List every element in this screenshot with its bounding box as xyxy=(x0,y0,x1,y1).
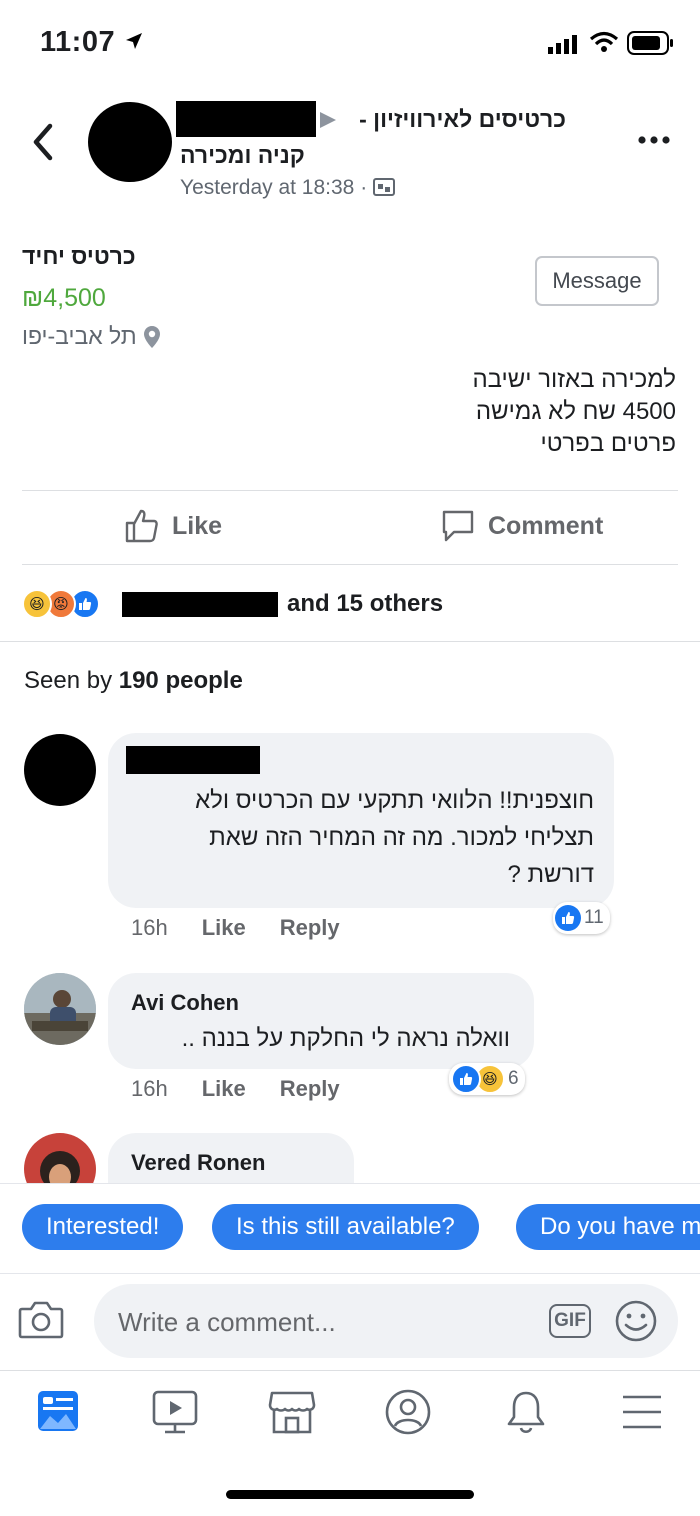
menu-icon xyxy=(623,1395,661,1429)
description-line: למכירה באזור ישיבה xyxy=(472,366,676,393)
home-indicator xyxy=(226,1490,474,1499)
group-name-line2[interactable]: קניה ומכירה xyxy=(180,142,310,169)
composer-divider xyxy=(0,1273,700,1274)
reactions-summary[interactable]: 😆 😡 xyxy=(22,589,100,619)
profile-icon xyxy=(385,1389,431,1435)
smiley-icon xyxy=(615,1300,657,1342)
location-arrow-icon xyxy=(125,33,142,49)
seen-count: 190 people xyxy=(118,667,243,694)
chevron-left-icon xyxy=(33,123,53,161)
tab-menu[interactable] xyxy=(621,1393,663,1436)
avi-cohen-avatar[interactable] xyxy=(24,973,96,1045)
comment-reactions[interactable]: 11 xyxy=(553,902,610,934)
location-pin-icon xyxy=(143,325,160,348)
comment-text: חוצפנית!! הלוואי תתקעי עם הכרטיס ולא תצל… xyxy=(195,782,594,893)
gif-button[interactable]: GIF xyxy=(549,1304,591,1338)
listing-price: ₪4,500 xyxy=(22,284,106,312)
vered-ronen-avatar[interactable] xyxy=(24,1133,96,1183)
divider xyxy=(22,490,678,491)
thumbs-up-icon xyxy=(125,509,158,543)
comment-author[interactable]: Vered Ronen xyxy=(131,1150,265,1176)
status-time: 11:07 xyxy=(40,26,144,59)
comment-meta: 16h Like Reply xyxy=(131,1076,340,1102)
signal-icon xyxy=(548,34,578,59)
comment-bubble-icon xyxy=(442,510,474,542)
seen-prefix: Seen by xyxy=(24,667,119,694)
description-line: פרטים בפרטי xyxy=(540,430,676,457)
comment-time: 16h xyxy=(131,915,168,940)
marketplace-post-icon xyxy=(373,178,396,196)
haha-reaction-icon: 😆 xyxy=(22,589,52,619)
redacted-poster-name xyxy=(176,101,316,137)
tab-watch[interactable] xyxy=(151,1389,199,1440)
tab-notifications[interactable] xyxy=(504,1389,548,1440)
caret-right-icon xyxy=(318,110,340,135)
reaction-count: 6 xyxy=(508,1068,519,1089)
more-dots-icon xyxy=(638,136,670,144)
reactions-others[interactable]: and 15 others xyxy=(287,590,443,618)
comment-like-button[interactable]: Like xyxy=(202,1076,246,1102)
more-options-button[interactable] xyxy=(636,130,672,155)
poster-avatar[interactable] xyxy=(88,102,172,182)
listing-title: כרטיס יחיד xyxy=(22,243,136,269)
divider xyxy=(22,564,678,565)
tab-profile[interactable] xyxy=(385,1389,431,1440)
comment-like-button[interactable]: Like xyxy=(202,915,246,941)
group-name[interactable]: כרטיסים לאירוויזיון - xyxy=(359,106,566,133)
comment-input[interactable] xyxy=(116,1302,520,1342)
reaction-count: 11 xyxy=(584,907,604,928)
redacted-commenter-name[interactable] xyxy=(126,746,260,774)
comment-line: תצליחי למכור. מה זה המחיר הזה שאת xyxy=(209,824,594,851)
quick-reply-do-you-have[interactable]: Do you have m xyxy=(516,1204,700,1250)
redacted-reactor-name xyxy=(122,592,278,617)
like-reaction-icon xyxy=(451,1064,481,1094)
comment-line: דורשת ? xyxy=(507,861,594,888)
camera-button[interactable] xyxy=(18,1300,64,1345)
emoji-button[interactable] xyxy=(614,1299,658,1348)
like-reaction-icon xyxy=(555,905,581,931)
listing-description: למכירה באזור ישיבה 4500 שח לא גמישה פרטי… xyxy=(472,364,676,460)
message-button[interactable]: Message xyxy=(535,256,659,306)
back-button[interactable] xyxy=(28,120,58,169)
listing-location: תל אביב-יפו xyxy=(22,323,161,350)
location-text: תל אביב-יפו xyxy=(22,323,137,349)
seen-by[interactable]: Seen by 190 people xyxy=(24,667,243,695)
comment-line: חוצפנית!! הלוואי תתקעי עם הכרטיס ולא xyxy=(195,787,594,814)
comment-reply-button[interactable]: Reply xyxy=(280,915,340,941)
comment-line: וואלה נראה לי החלקת על בננה .. xyxy=(181,1025,510,1052)
commenter-avatar[interactable] xyxy=(24,734,96,806)
camera-icon xyxy=(18,1301,64,1339)
watch-icon xyxy=(152,1390,198,1434)
comment-reply-button[interactable]: Reply xyxy=(280,1076,340,1102)
comment-composer: GIF xyxy=(94,1284,678,1358)
comment-button[interactable]: Comment xyxy=(440,508,603,544)
quick-reply-interested[interactable]: Interested! xyxy=(22,1204,184,1250)
comment-label: Comment xyxy=(488,511,604,540)
comment-meta: 16h Like Reply xyxy=(131,915,340,941)
marketplace-icon xyxy=(268,1391,316,1434)
comment-text: וואלה נראה לי החלקת על בננה .. xyxy=(182,1020,510,1057)
tab-marketplace[interactable] xyxy=(268,1389,316,1440)
like-label: Like xyxy=(172,511,223,540)
description-line: 4500 שח לא גמישה xyxy=(475,398,676,425)
wifi-icon xyxy=(589,31,619,58)
comment-author[interactable]: Avi Cohen xyxy=(131,990,239,1016)
battery-icon xyxy=(627,31,675,60)
comment-reactions[interactable]: 😆 6 xyxy=(449,1063,525,1095)
tab-news-feed[interactable] xyxy=(36,1389,80,1438)
notifications-icon xyxy=(507,1391,545,1434)
section-divider xyxy=(0,641,700,642)
post-timestamp: Yesterday at 18:38 · xyxy=(180,176,396,200)
quick-reply-still-available[interactable]: Is this still available? xyxy=(212,1204,479,1250)
news-feed-icon xyxy=(38,1391,78,1431)
comment-time: 16h xyxy=(131,1076,168,1101)
like-button[interactable]: Like xyxy=(124,508,222,544)
